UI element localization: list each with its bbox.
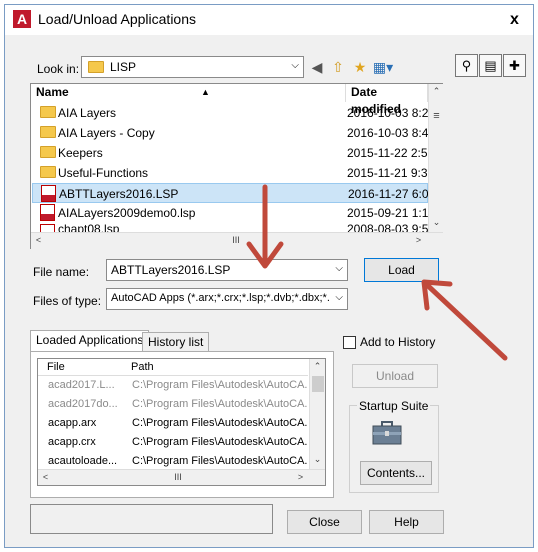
diagonal-arrow-icon	[421, 279, 508, 361]
annotation-arrows	[246, 184, 508, 361]
down-arrow-icon	[246, 184, 284, 269]
